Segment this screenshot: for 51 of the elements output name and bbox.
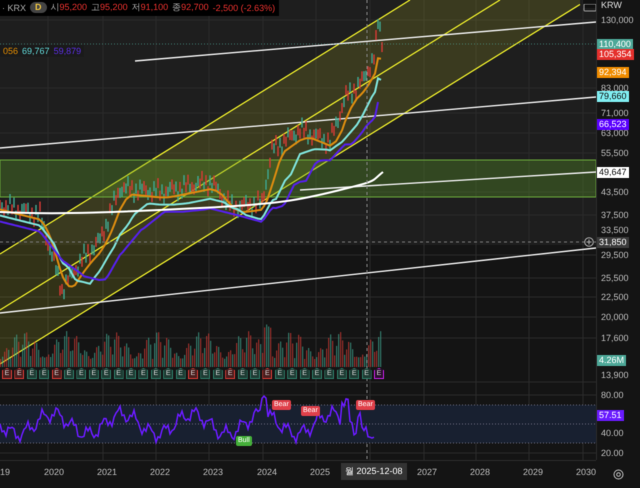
year-label: 2024 [257,467,278,477]
year-label: 19 [0,467,10,477]
year-label: 2021 [97,467,118,477]
rsi-tick: 20.00 [601,448,624,459]
ohlc-value: 시95,200 [50,1,88,14]
volume-tick: 13,900 [601,370,629,381]
moving-average-value: 056 [3,46,18,56]
interval-button[interactable]: D [30,2,47,13]
price-tick: 33,500 [601,225,629,236]
year-label: 2027 [417,467,438,477]
price-tick: 71,000 [601,108,629,119]
price-badge: 31,850 [597,237,629,248]
rsi-badge: 57.51 [597,410,624,421]
exchange-label: · KRX [2,2,26,12]
ohlc-value: 고95,200 [91,1,128,14]
price-badge: 105,354 [597,49,634,60]
price-tick: 43,500 [601,187,629,198]
price-badge: 49,647 [597,167,629,178]
price-tick: 22,500 [601,292,629,303]
price-badge: 110,400 [597,39,633,50]
price-badge: 66,523 [597,119,629,130]
price-badge: 79,660 [597,91,629,102]
price-tick: 17,600 [601,333,629,344]
moving-average-value: 59,879 [54,46,82,56]
year-label: 2020 [44,467,64,477]
rsi-tick: 40.00 [601,428,624,439]
price-tick: 130,000 [601,15,634,26]
year-label: 2030 [576,467,596,477]
year-label: 2025 [310,467,330,477]
price-tick: 25,500 [601,273,629,284]
price-tick: 37,500 [601,210,629,221]
cursor-date-label: 월 2025-12-08 [341,463,407,480]
volume-badge: 4.26M [597,355,626,366]
price-change: -2,500 (-2.63%) [212,2,276,12]
price-tick: 20,000 [601,312,629,323]
ohlc-value: 종92,700 [172,1,209,14]
price-tick: 55,500 [601,148,629,159]
price-tick: 83,000 [601,83,629,93]
price-tick: 63,000 [601,128,629,139]
year-label: 2028 [470,467,490,477]
year-label: 2023 [203,467,224,477]
rsi-tick: 80.00 [601,390,624,401]
currency-label: KRW [601,0,622,11]
price-badge: 92,394 [597,67,629,78]
year-label: 2022 [150,467,170,477]
crosshair-add-icon[interactable] [584,237,594,247]
settings-icon[interactable] [612,468,624,480]
year-label: 2029 [523,467,544,477]
ohlc-value: 저91,100 [132,1,168,14]
price-tick: 29,500 [601,250,629,261]
moving-average-value: 69,767 [22,46,50,56]
